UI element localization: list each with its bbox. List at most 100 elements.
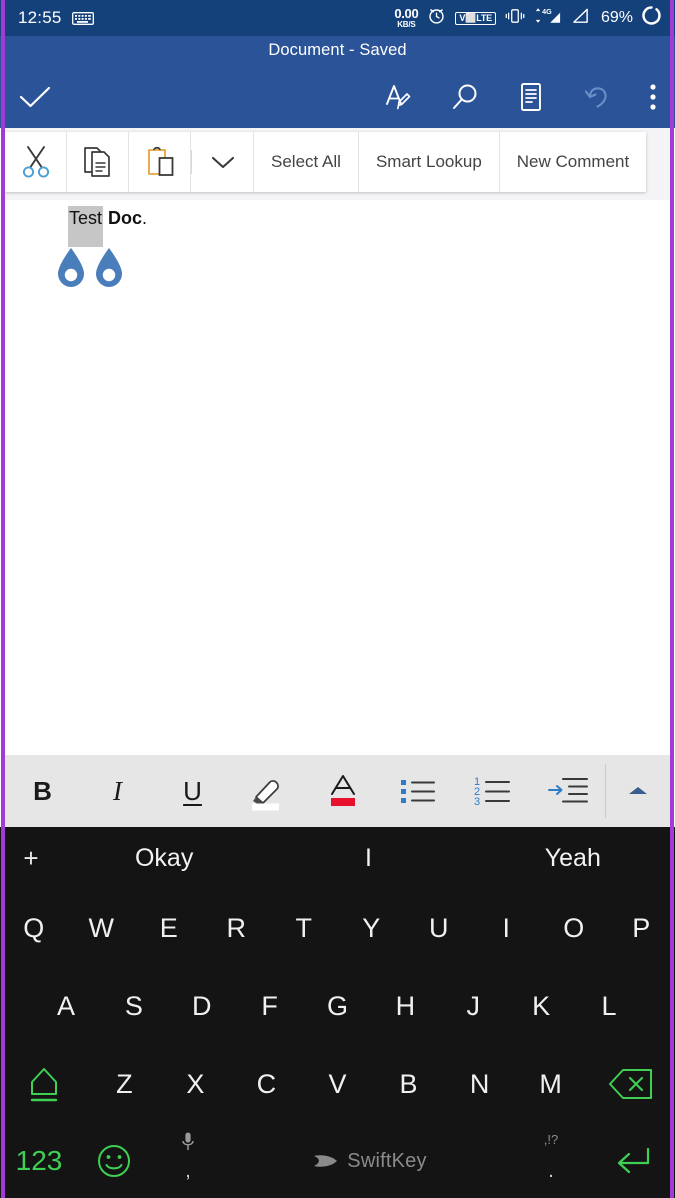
key-o[interactable]: O [540,889,608,967]
key-q[interactable]: Q [0,889,68,967]
key-f[interactable]: F [236,967,304,1045]
svg-text:4G: 4G [542,7,552,16]
status-bar-indicators: 0.00 KB/S V⬜LTE 4G 69% [394,6,661,30]
key-x[interactable]: X [160,1045,231,1123]
bullet-list-button[interactable] [380,755,455,827]
swiftkey-logo-icon [314,1155,338,1167]
key-v[interactable]: V [302,1045,373,1123]
key-k[interactable]: K [507,967,575,1045]
status-bar-clock: 12:55 [18,8,62,27]
key-z[interactable]: Z [89,1045,160,1123]
battery-percentage: 69% [600,9,633,26]
key-t[interactable]: T [270,889,338,967]
enter-key[interactable] [589,1141,675,1181]
key-j[interactable]: J [439,967,507,1045]
increase-indent-icon [547,778,588,803]
new-comment-button[interactable]: New Comment [499,132,647,192]
bold-label: B [33,775,52,806]
search-icon[interactable] [449,81,481,113]
suggestion-2[interactable]: I [266,844,470,873]
underline-button[interactable]: U [155,755,230,827]
expand-options-button[interactable] [192,132,254,192]
key-l[interactable]: L [575,967,643,1045]
selection-handle-start[interactable] [55,246,87,295]
numbered-list-icon: 123 [474,776,510,808]
smart-lookup-button[interactable]: Smart Lookup [358,132,500,192]
add-to-dictionary-button[interactable]: + [0,843,62,874]
italic-label: I [113,775,122,806]
key-p[interactable]: P [608,889,675,967]
app-bar-actions [0,68,675,126]
selected-word[interactable]: Test [68,206,104,247]
key-m[interactable]: M [515,1045,586,1123]
selection-handles [55,246,125,295]
numbered-list-button[interactable]: 123 [455,755,530,827]
key-a[interactable]: A [32,967,100,1045]
keyboard-icon [71,11,94,25]
volte-icon: V⬜LTE [455,11,496,25]
increase-indent-button[interactable] [530,755,605,827]
ink-draw-icon[interactable] [379,80,413,114]
period-key[interactable]: ,!? . [513,1123,589,1198]
emoji-key-icon [98,1145,130,1177]
network-speed-unit: KB/S [397,20,416,29]
undo-icon[interactable] [581,81,613,113]
shift-key[interactable] [0,1045,89,1123]
collapse-ribbon-button[interactable] [606,783,670,799]
emoji-key[interactable] [78,1140,150,1182]
cut-button[interactable] [5,132,67,192]
enter-key-icon [617,1147,650,1174]
keyboard-row-2: A S D F G H J K L [0,967,675,1045]
select-all-button[interactable]: Select All [254,132,359,192]
screen-edge-right [670,0,674,1198]
italic-button[interactable]: I [80,755,155,827]
numbers-key[interactable]: 123 [0,1145,78,1177]
key-r[interactable]: R [203,889,271,967]
key-h[interactable]: H [371,967,439,1045]
overflow-menu-icon[interactable] [649,83,657,111]
document-bold-word: Doc [108,208,143,228]
space-key[interactable]: SwiftKey [226,1123,513,1198]
copy-button[interactable] [67,132,129,192]
key-n[interactable]: N [444,1045,515,1123]
selection-handle-end[interactable] [93,246,125,295]
font-color-button[interactable] [305,755,380,827]
suggestion-3[interactable]: Yeah [471,844,675,873]
shift-key-icon [31,1068,58,1102]
microphone-icon[interactable] [150,1131,226,1153]
key-u[interactable]: U [405,889,473,967]
key-c[interactable]: C [231,1045,302,1123]
font-color-icon [330,775,355,806]
suggestion-1[interactable]: Okay [62,844,266,873]
document-paragraph[interactable]: Test Doc. [68,206,148,247]
mobile-data-4g-icon: 4G [534,6,561,30]
chevron-up-icon [629,787,647,794]
reading-view-icon[interactable] [517,81,545,113]
alarm-clock-icon [427,6,446,30]
vibrate-icon [505,7,525,30]
key-e[interactable]: E [135,889,203,967]
checkmark-icon[interactable] [18,83,52,111]
suggestion-bar: + Okay I Yeah [0,827,675,889]
key-s[interactable]: S [100,967,168,1045]
app-title-bar: Document - Saved [0,36,675,128]
highlight-button[interactable] [230,755,305,827]
swiftkey-brand: SwiftKey [312,1150,427,1173]
paste-button[interactable] [129,132,191,192]
document-canvas[interactable]: Test Doc. [5,200,670,755]
backspace-key[interactable] [586,1045,675,1123]
keyboard-row-3: Z X C V B N M [0,1045,675,1123]
svg-text:3: 3 [474,796,480,808]
key-y[interactable]: Y [338,889,406,967]
bold-button[interactable]: B [5,755,80,827]
key-w[interactable]: W [68,889,136,967]
key-g[interactable]: G [304,967,372,1045]
key-d[interactable]: D [168,967,236,1045]
formatting-toolbar: B I U 1 2 3 [5,755,670,827]
context-action-group: Select All Smart Lookup New Comment [5,132,647,192]
document-text-tail: . [142,208,148,228]
status-bar: 12:55 0.00 KB/S V⬜LTE 4G 69% [0,0,675,36]
key-b[interactable]: B [373,1045,444,1123]
key-i[interactable]: I [473,889,541,967]
comma-key[interactable]: , [150,1123,226,1198]
